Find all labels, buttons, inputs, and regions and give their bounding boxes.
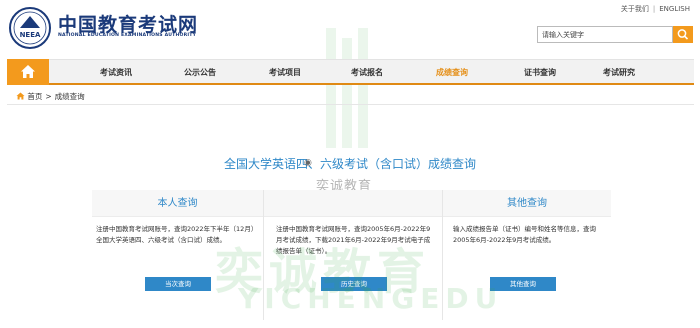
search-button[interactable]	[673, 26, 693, 43]
current-query-button[interactable]: 当次查询	[145, 277, 211, 291]
breadcrumb-separator: >	[45, 92, 52, 101]
nav-item-exam-research[interactable]: 考试研究	[603, 67, 635, 78]
link-separator: |	[652, 5, 656, 13]
about-link[interactable]: 关于我们	[621, 5, 649, 13]
top-links: 关于我们 | ENGLISH	[621, 4, 690, 14]
panel-description: 输入成绩报告单（证书）编号和姓名等信息，查询2005年6月-2022年9月考试成…	[453, 225, 596, 244]
nav-item-registration[interactable]: 考试报名	[351, 67, 383, 78]
main-nav: 考试资讯 公示公告 考试项目 考试报名 成绩查询 证书查询 考试研究	[7, 59, 694, 85]
panel-title: 其他查询	[443, 190, 611, 217]
breadcrumb: 首页 > 成绩查询	[16, 91, 85, 102]
breadcrumb-current[interactable]: 成绩查询	[55, 92, 85, 101]
divider	[7, 104, 694, 105]
neea-logo[interactable]: NEEA	[8, 6, 52, 50]
home-icon	[21, 65, 35, 78]
site-header: NEEA 中国教育考试网 NATIONAL EDUCATION EXAMINAT…	[0, 0, 700, 56]
nav-item-certificate-query[interactable]: 证书查询	[524, 67, 556, 78]
nav-item-exam-news[interactable]: 考试资讯	[100, 67, 132, 78]
search-input[interactable]	[537, 26, 673, 43]
nav-item-exam-projects[interactable]: 考试项目	[269, 67, 301, 78]
weibo-icon: ◉	[304, 158, 312, 168]
search-icon	[677, 29, 689, 40]
nav-item-score-query[interactable]: 成绩查询	[436, 67, 468, 78]
watermark-latin: YICHENGEDU	[238, 282, 504, 315]
nav-item-announcements[interactable]: 公示公告	[184, 67, 216, 78]
english-link[interactable]: ENGLISH	[659, 5, 690, 13]
panel-title	[264, 190, 442, 217]
search-box	[537, 26, 693, 43]
breadcrumb-home[interactable]: 首页	[27, 92, 42, 101]
page-title: 全国大学英语四、六级考试（含口试）成绩查询	[223, 157, 476, 171]
site-subtitle: NATIONAL EDUCATION EXAMINATIONS AUTHORIT…	[58, 33, 197, 38]
nav-home-button[interactable]	[7, 59, 49, 85]
logo-text: NEEA	[20, 31, 41, 39]
panel-title: 本人查询	[92, 190, 263, 217]
home-icon-small	[16, 92, 25, 100]
page: NEEA 中国教育考试网 NATIONAL EDUCATION EXAMINAT…	[0, 0, 700, 328]
